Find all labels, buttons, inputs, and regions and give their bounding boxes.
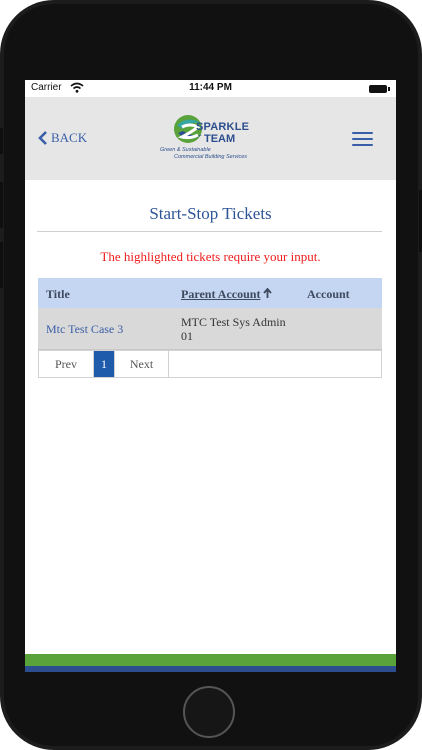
column-header-parent-account[interactable]: Parent Account bbox=[181, 287, 273, 302]
column-header-account[interactable]: Account bbox=[307, 287, 350, 302]
home-button[interactable] bbox=[183, 686, 235, 738]
volume-down-button bbox=[0, 242, 3, 288]
ticket-title-link[interactable]: Mtc Test Case 3 bbox=[46, 322, 123, 337]
logo-word-team: TEAM bbox=[204, 133, 236, 145]
page-title: Start-Stop Tickets bbox=[149, 204, 272, 223]
battery-icon bbox=[369, 85, 390, 93]
page-1-button[interactable]: 1 bbox=[94, 351, 115, 377]
footer-blue-stripe bbox=[25, 666, 396, 672]
grid-header-row: Title Parent Account Account bbox=[38, 278, 382, 308]
parent-account-cell: MTC Test Sys Admin 01 bbox=[181, 315, 286, 343]
back-button[interactable]: BACK bbox=[38, 128, 87, 148]
app-screen: Carrier 11:44 PM BACK SPARKLE TEAM Green bbox=[25, 80, 396, 672]
sparkle-team-logo: SPARKLE TEAM Green & Sustainable Commerc… bbox=[158, 109, 278, 167]
logo-tagline-2: Commercial Building Services bbox=[174, 154, 248, 160]
highlight-notice: The highlighted tickets require your inp… bbox=[100, 249, 321, 264]
hamburger-menu-icon[interactable] bbox=[352, 132, 373, 146]
prev-page-button[interactable]: Prev bbox=[39, 351, 94, 377]
next-page-button[interactable]: Next bbox=[115, 351, 169, 377]
footer-green-stripe bbox=[25, 654, 396, 666]
parent-account-sort-link[interactable]: Parent Account bbox=[181, 287, 260, 301]
chevron-left-icon bbox=[38, 131, 47, 145]
pagination: Prev 1 Next bbox=[38, 350, 382, 378]
status-time: 11:44 PM bbox=[189, 82, 232, 93]
column-header-title[interactable]: Title bbox=[46, 287, 70, 302]
tickets-grid: Title Parent Account Account Mtc Test Ca… bbox=[38, 278, 382, 378]
logo-tagline-1: Green & Sustainable bbox=[160, 147, 211, 153]
sort-ascending-icon bbox=[263, 288, 273, 298]
status-bar: Carrier 11:44 PM bbox=[25, 80, 396, 97]
volume-up-button bbox=[0, 182, 3, 228]
silent-switch bbox=[0, 128, 3, 154]
back-label: BACK bbox=[51, 130, 88, 145]
table-row[interactable]: Mtc Test Case 3 MTC Test Sys Admin 01 bbox=[38, 308, 382, 350]
title-divider bbox=[37, 231, 382, 232]
logo-word-sparkle: SPARKLE bbox=[196, 121, 250, 133]
app-header: BACK SPARKLE TEAM Green & Sustainable Co… bbox=[25, 97, 396, 180]
